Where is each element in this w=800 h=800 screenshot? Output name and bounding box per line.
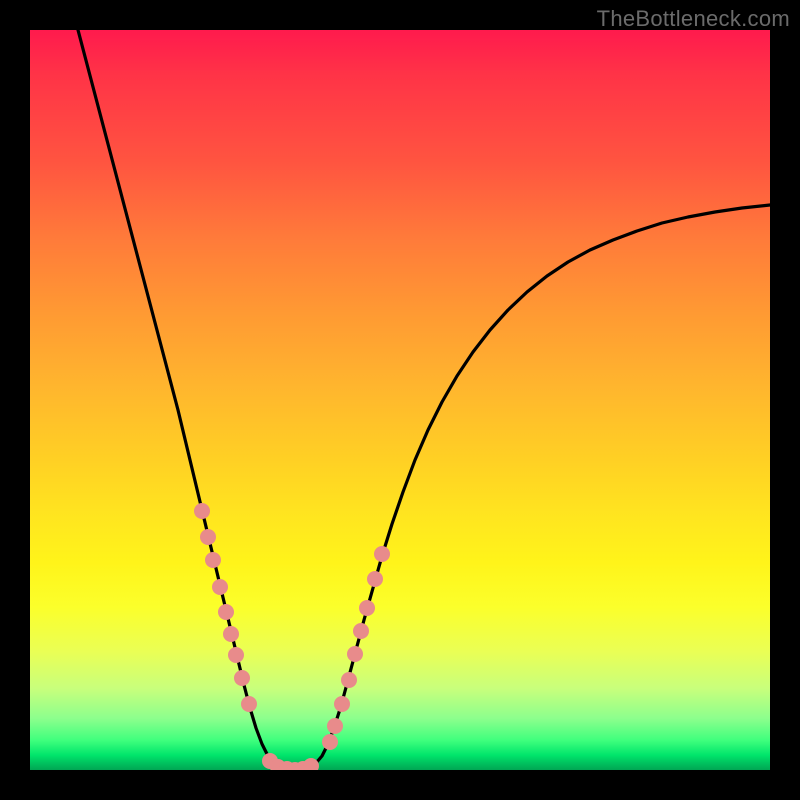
plot-area [30,30,770,770]
chart-frame: TheBottleneck.com [0,0,800,800]
gradient-background [30,30,770,770]
watermark-text: TheBottleneck.com [597,6,790,32]
